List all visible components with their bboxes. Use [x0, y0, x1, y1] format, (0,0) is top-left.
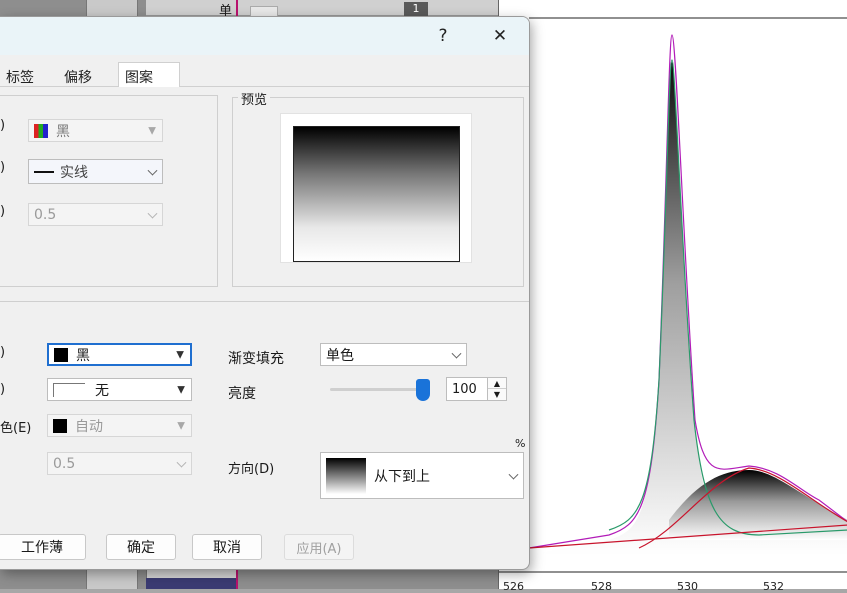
- tab-panel-pattern: ) 黑 ▼ ) 实线 ) 0.5 预览 ) 黑 ▼ ) 无 ▼ 色(E) 自动 …: [0, 87, 529, 535]
- cancel-button[interactable]: 取消: [192, 534, 262, 560]
- dropdown-arrow-icon: ▼: [177, 420, 185, 431]
- apply-button[interactable]: 应用(A): [284, 534, 354, 560]
- border-width-label: ): [0, 204, 6, 219]
- component-peak-curve: [608, 59, 847, 536]
- help-button[interactable]: ?: [420, 17, 466, 55]
- chevron-down-icon: [147, 165, 158, 176]
- border-style-select[interactable]: 实线: [28, 159, 163, 184]
- x-tick-label: 526: [503, 580, 524, 593]
- spin-up-icon[interactable]: ▲: [488, 378, 506, 389]
- dialog-titlebar[interactable]: ? ✕: [0, 17, 529, 55]
- fill-color-value: 黑: [76, 347, 90, 364]
- ok-button[interactable]: 确定: [106, 534, 176, 560]
- pattern-color-select[interactable]: 自动 ▼: [47, 414, 192, 437]
- close-button[interactable]: ✕: [477, 17, 523, 55]
- line-style-icon: [34, 170, 54, 173]
- chevron-down-icon: [147, 208, 158, 219]
- border-style-label: ): [0, 160, 6, 175]
- border-color-label: ): [0, 118, 6, 133]
- pattern-preview-icon: [53, 382, 85, 397]
- preview-gradient-box: [293, 126, 460, 262]
- border-width-select[interactable]: 0.5: [28, 203, 163, 226]
- brightness-label: 亮度: [228, 386, 256, 402]
- brightness-value: 100: [452, 381, 477, 397]
- gradient-direction-icon: [326, 457, 366, 494]
- border-color-select[interactable]: 黑 ▼: [28, 119, 163, 142]
- fill-divider: [0, 301, 529, 302]
- tab-labels[interactable]: 标签: [0, 63, 40, 87]
- border-style-value: 实线: [60, 164, 88, 181]
- gradient-fill-label: 渐变填充: [228, 351, 284, 367]
- direction-label: 方向(D): [228, 462, 275, 477]
- plot-canvas: [499, 17, 847, 573]
- color-swatch-icon: [34, 123, 48, 138]
- tab-bar: 标签 偏移 图案: [0, 62, 529, 88]
- pattern-select[interactable]: 无 ▼: [47, 378, 192, 401]
- dropdown-arrow-icon: ▼: [177, 384, 185, 395]
- brightness-spinner[interactable]: ▲ ▼: [487, 377, 507, 401]
- plot-details-dialog: ? ✕ 标签 偏移 图案 ) 黑 ▼ ) 实线 ) 0.5 预览) 黑 ▼)…: [0, 16, 530, 570]
- slider-thumb[interactable]: [416, 379, 430, 401]
- tab-pattern[interactable]: 图案: [118, 62, 180, 88]
- chevron-down-icon: [508, 469, 519, 480]
- percent-sign: %: [515, 437, 526, 450]
- dropdown-arrow-icon: ▼: [148, 125, 156, 136]
- dropdown-arrow-icon: ▼: [176, 349, 184, 360]
- gradient-fill-select[interactable]: 单色: [320, 343, 467, 366]
- black-swatch-icon: [53, 418, 67, 433]
- x-tick-label: 530: [677, 580, 698, 593]
- direction-select[interactable]: 从下到上: [320, 452, 524, 499]
- spin-down-icon[interactable]: ▼: [488, 389, 506, 400]
- bg-header-strip: [146, 0, 498, 16]
- pattern-width-select[interactable]: 0.5: [47, 452, 192, 475]
- spectrum-plot: 526 528 530 532: [498, 0, 847, 593]
- x-tick-label: 528: [591, 580, 612, 593]
- pattern-value: 无: [95, 382, 109, 399]
- preview-legend: 预览: [238, 89, 271, 108]
- x-tick-label: 532: [763, 580, 784, 593]
- border-color-value: 黑: [56, 123, 70, 140]
- gradient-fill-value: 单色: [326, 347, 354, 364]
- chevron-down-icon: [176, 457, 187, 468]
- pattern-color-value: 自动: [75, 418, 103, 435]
- tab-offset[interactable]: 偏移: [58, 63, 98, 87]
- fill-color-label: ): [0, 345, 6, 360]
- pattern-color-label: 色(E): [0, 421, 32, 436]
- black-swatch-icon: [54, 347, 68, 362]
- fill-color-select[interactable]: 黑 ▼: [47, 343, 192, 366]
- pattern-label: ): [0, 382, 6, 397]
- bg-status-strip: [146, 578, 238, 589]
- preview-frame: [280, 113, 472, 263]
- chevron-down-icon: [451, 348, 462, 359]
- border-width-value: 0.5: [34, 206, 57, 223]
- direction-value: 从下到上: [374, 468, 430, 485]
- workbook-button[interactable]: 工作薄: [0, 534, 86, 560]
- brightness-slider[interactable]: [330, 379, 430, 401]
- pattern-width-value: 0.5: [53, 455, 76, 472]
